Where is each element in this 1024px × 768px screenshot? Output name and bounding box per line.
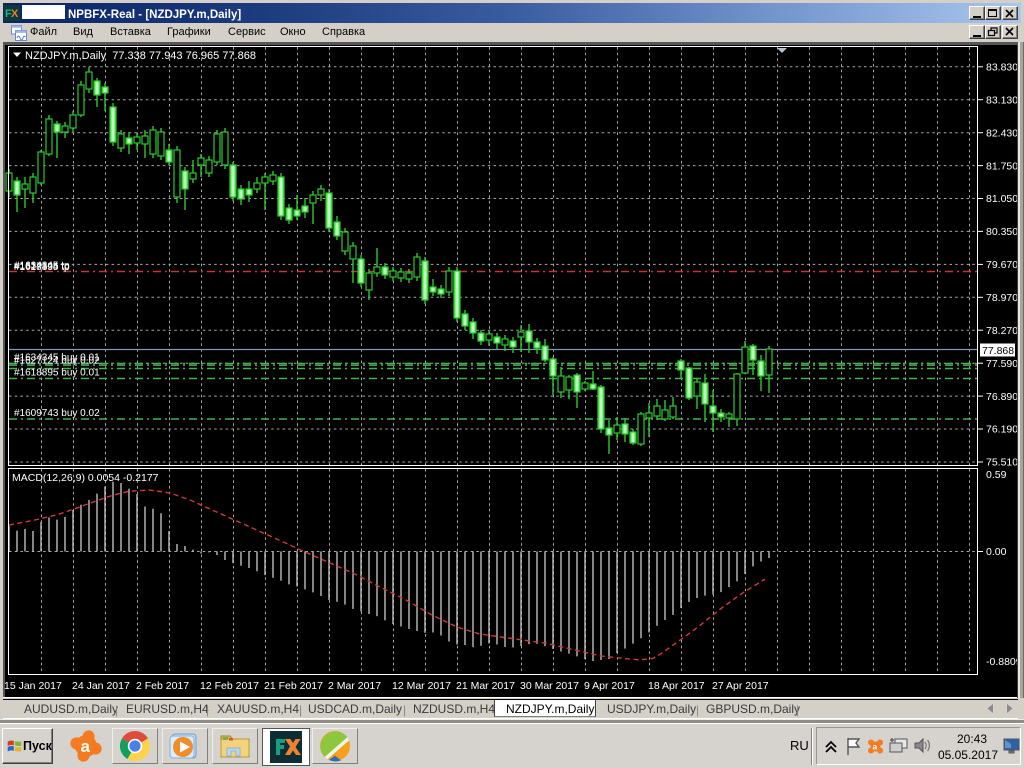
- svg-text:21 Mar 2017: 21 Mar 2017: [456, 680, 515, 692]
- svg-text:77.868: 77.868: [982, 345, 1014, 357]
- svg-text:#1618895 tp: #1618895 tp: [14, 262, 70, 273]
- svg-text:#1609743 buy 0.02: #1609743 buy 0.02: [14, 408, 100, 419]
- svg-text:82.430: 82.430: [986, 127, 1018, 139]
- svg-text:81.750: 81.750: [986, 160, 1018, 172]
- svg-text:15 Jan 2017: 15 Jan 2017: [4, 680, 62, 692]
- svg-text:MACD(12,26,9) 0.0054 -0.2177: MACD(12,26,9) 0.0054 -0.2177: [12, 472, 159, 484]
- svg-text:0.00: 0.00: [986, 546, 1007, 558]
- svg-text:2 Feb 2017: 2 Feb 2017: [136, 680, 189, 692]
- svg-text:81.050: 81.050: [986, 193, 1018, 205]
- svg-text:21 Feb 2017: 21 Feb 2017: [264, 680, 323, 692]
- svg-text:27 Apr 2017: 27 Apr 2017: [712, 680, 769, 692]
- svg-text:75.510: 75.510: [986, 457, 1018, 469]
- svg-text:76.890: 76.890: [986, 391, 1018, 403]
- svg-text:18 Apr 2017: 18 Apr 2017: [648, 680, 705, 692]
- svg-text:78.970: 78.970: [986, 292, 1018, 304]
- svg-text:12 Mar 2017: 12 Mar 2017: [392, 680, 451, 692]
- svg-text:#1618895 buy 0.01: #1618895 buy 0.01: [14, 368, 100, 379]
- svg-text:X: X: [11, 8, 19, 20]
- svg-text:12 Feb 2017: 12 Feb 2017: [200, 680, 259, 692]
- svg-text:76.190: 76.190: [986, 424, 1018, 436]
- svg-text:9 Apr 2017: 9 Apr 2017: [584, 680, 635, 692]
- svg-text:a: a: [873, 742, 878, 752]
- svg-text:83.830: 83.830: [986, 62, 1018, 74]
- svg-text:#1627124 buy 0.02: #1627124 buy 0.02: [14, 356, 100, 367]
- svg-text:78.270: 78.270: [986, 325, 1018, 337]
- svg-text:79.670: 79.670: [986, 259, 1018, 271]
- svg-text:NZDJPY.m,Daily 77.338 77.943: NZDJPY.m,Daily 77.338 77.943 76.965 77.8…: [25, 50, 256, 62]
- svg-text:2 Mar 2017: 2 Mar 2017: [328, 680, 381, 692]
- svg-text:30 Mar 2017: 30 Mar 2017: [520, 680, 579, 692]
- svg-text:77.590: 77.590: [986, 358, 1018, 370]
- svg-text:24 Jan 2017: 24 Jan 2017: [72, 680, 130, 692]
- svg-text:83.130: 83.130: [986, 94, 1018, 106]
- svg-text:80.350: 80.350: [986, 226, 1018, 238]
- svg-text:a: a: [81, 737, 91, 756]
- svg-text:0.59: 0.59: [986, 469, 1007, 481]
